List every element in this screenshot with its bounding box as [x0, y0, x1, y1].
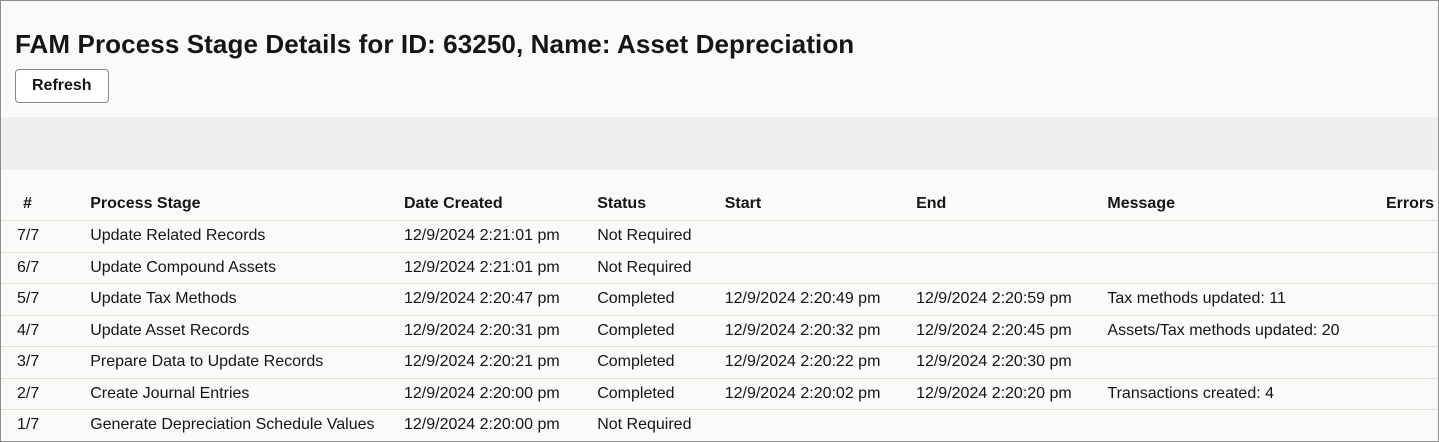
table-header-row: # Process Stage Date Created Status Star… — [1, 188, 1438, 221]
cell-errors — [1385, 409, 1438, 441]
cell-errors — [1385, 283, 1438, 316]
cell-errors — [1385, 252, 1438, 284]
cell-date-created: 12/9/2024 2:20:00 pm — [404, 409, 598, 441]
cell-status: Completed — [597, 378, 725, 410]
cell-end: 12/9/2024 2:20:45 pm — [916, 315, 1108, 347]
cell-date-created: 12/9/2024 2:20:31 pm — [404, 315, 598, 347]
table-row[interactable]: 5/7 Update Tax Methods 12/9/2024 2:20:47 p… — [1, 283, 1438, 316]
cell-status: Not Required — [597, 220, 725, 253]
cell-process-stage: Update Asset Records — [90, 315, 404, 347]
cell-end — [916, 220, 1108, 253]
cell-status: Completed — [597, 315, 725, 347]
cell-end — [916, 252, 1108, 284]
cell-message: Tax methods updated: 11 — [1107, 283, 1386, 316]
cell-message — [1107, 346, 1386, 379]
cell-process-stage: Update Related Records — [90, 220, 404, 253]
cell-status: Not Required — [597, 252, 725, 284]
cell-start: 12/9/2024 2:20:49 pm — [724, 283, 917, 316]
cell-date-created: 12/9/2024 2:21:01 pm — [404, 220, 598, 253]
table-row[interactable]: 3/7 Prepare Data to Update Records 12/9/20… — [1, 346, 1438, 379]
cell-status: Not Required — [597, 409, 725, 441]
column-header-date-created[interactable]: Date Created — [404, 188, 598, 221]
cell-process-stage: Update Compound Assets — [90, 252, 404, 284]
cell-process-stage: Create Journal Entries — [90, 378, 404, 410]
cell-message — [1107, 220, 1386, 253]
cell-message: Transactions created: 4 — [1107, 378, 1386, 410]
cell-message — [1107, 409, 1386, 441]
cell-message: Assets/Tax methods updated: 20 — [1107, 315, 1386, 347]
cell-start — [724, 220, 917, 253]
cell-errors — [1385, 315, 1438, 347]
cell-date-created: 12/9/2024 2:20:47 pm — [404, 283, 598, 316]
process-stage-table: # Process Stage Date Created Status Star… — [1, 188, 1438, 441]
column-header-end[interactable]: End — [916, 188, 1108, 221]
cell-date-created: 12/9/2024 2:20:00 pm — [404, 378, 598, 410]
column-header-start[interactable]: Start — [724, 188, 917, 221]
cell-status: Completed — [597, 346, 725, 379]
page-title: FAM Process Stage Details for ID: 63250,… — [15, 29, 855, 59]
column-header-errors[interactable]: Errors — [1385, 188, 1438, 221]
cell-process-stage: Update Tax Methods — [90, 283, 404, 316]
table-row[interactable]: 7/7 Update Related Records 12/9/2024 2:21:… — [1, 220, 1438, 253]
cell-end: 12/9/2024 2:20:20 pm — [916, 378, 1108, 410]
cell-end: 12/9/2024 2:20:59 pm — [916, 283, 1108, 316]
column-header-message[interactable]: Message — [1107, 188, 1386, 221]
cell-stage-number: 1/7 — [1, 409, 91, 441]
table-row[interactable]: 1/7 Generate Depreciation Schedule Values… — [1, 409, 1438, 441]
cell-start — [724, 409, 917, 441]
cell-start: 12/9/2024 2:20:02 pm — [724, 378, 917, 410]
cell-errors — [1385, 220, 1438, 253]
filter-bar — [1, 117, 1438, 170]
table-row[interactable]: 6/7 Update Compound Assets 12/9/2024 2:21:… — [1, 252, 1438, 284]
cell-stage-number: 5/7 — [1, 283, 91, 316]
cell-start — [724, 252, 917, 284]
cell-stage-number: 3/7 — [1, 346, 91, 379]
table-row[interactable]: 2/7 Create Journal Entries 12/9/2024 2:20:… — [1, 378, 1438, 410]
cell-process-stage: Prepare Data to Update Records — [90, 346, 404, 379]
cell-stage-number: 7/7 — [1, 220, 91, 253]
page-frame: FAM Process Stage Details for ID: 63250,… — [0, 0, 1439, 442]
cell-date-created: 12/9/2024 2:20:21 pm — [404, 346, 598, 379]
cell-start: 12/9/2024 2:20:32 pm — [724, 315, 917, 347]
cell-end: 12/9/2024 2:20:30 pm — [916, 346, 1108, 379]
page-header: FAM Process Stage Details for ID: 63250,… — [1, 1, 1438, 60]
refresh-button[interactable]: Refresh — [15, 69, 109, 103]
cell-errors — [1385, 378, 1438, 410]
column-header-process-stage[interactable]: Process Stage — [90, 188, 404, 221]
table-body: 7/7 Update Related Records 12/9/2024 2:21:… — [1, 220, 1438, 441]
cell-errors — [1385, 346, 1438, 379]
cell-stage-number: 6/7 — [1, 252, 91, 284]
cell-start: 12/9/2024 2:20:22 pm — [724, 346, 917, 379]
cell-date-created: 12/9/2024 2:21:01 pm — [404, 252, 598, 284]
cell-stage-number: 4/7 — [1, 315, 91, 347]
table-row[interactable]: 4/7 Update Asset Records 12/9/2024 2:20:31… — [1, 315, 1438, 347]
column-header-number[interactable]: # — [1, 188, 91, 221]
cell-end — [916, 409, 1108, 441]
column-header-status[interactable]: Status — [597, 188, 725, 221]
cell-message — [1107, 252, 1386, 284]
cell-status: Completed — [597, 283, 725, 316]
cell-process-stage: Generate Depreciation Schedule Values — [90, 409, 404, 441]
cell-stage-number: 2/7 — [1, 378, 91, 410]
